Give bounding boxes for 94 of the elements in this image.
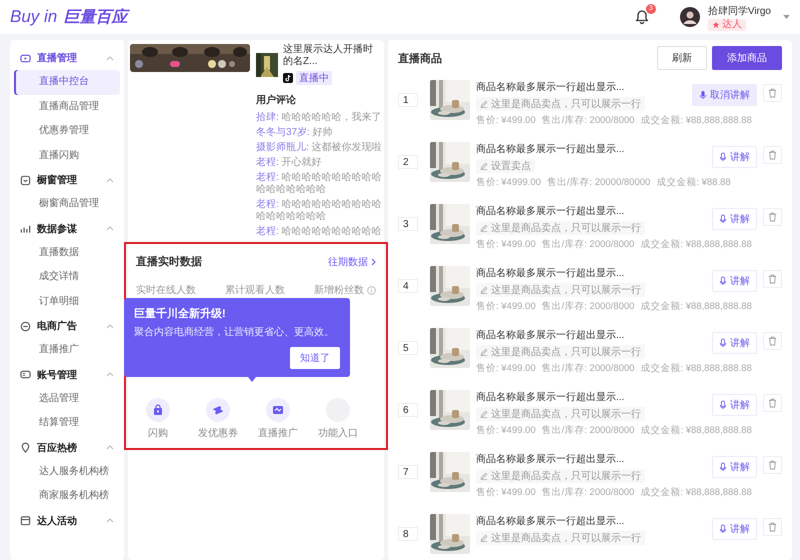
streamer-title: 这里展示达人开播时的名Z... (283, 44, 374, 68)
amount-text: 成交金额: ¥88,888,888.88 (640, 424, 752, 437)
price-text: 售价: ¥499.00 (476, 238, 536, 251)
explain-button[interactable]: 讲解 (712, 456, 757, 478)
price-text: 售价: ¥499.00 (476, 424, 536, 437)
comment: 拾肆: 哈哈哈哈哈哈，我来了 (256, 112, 382, 124)
metric-label: 实时在线人数 (136, 284, 196, 297)
product-name: 商品名称最多展示一行超出显示... (476, 452, 626, 466)
stock-text: 售出/库存: 2000/8000 (542, 300, 634, 313)
rank-field[interactable]: 2 (398, 155, 418, 169)
menu-group[interactable]: 电商广告 (14, 314, 120, 338)
popover-title: 巨量千川全新升级! (134, 306, 227, 321)
comment: 老程: 哈哈哈哈哈哈哈哈哈哈哈哈哈哈哈哈哈 (256, 199, 382, 223)
tool-shortcut[interactable]: 发优惠券 (196, 398, 240, 440)
stock-text: 售出/库存: 2000/8000 (542, 486, 634, 499)
menu-group[interactable]: 橱窗管理 (14, 168, 120, 192)
amount-text: 成交金额: ¥88,888,888.88 (640, 300, 752, 313)
rank-field[interactable]: 3 (398, 217, 418, 231)
comment: 老程: 开心就好 (256, 157, 323, 169)
logo-brand: 巨量百应 (63, 6, 128, 28)
stock-text: 售出/库存: 2000/8000 (542, 238, 634, 251)
sidebar-item[interactable]: 橱窗商品管理 (14, 192, 120, 216)
comment: 冬冬与37岁: 好帅 (256, 127, 334, 139)
metric-label: 累计观看人数 (225, 284, 285, 297)
tool-shortcut[interactable]: 闪购 (136, 398, 180, 440)
price-text: 售价: ¥499.00 (476, 114, 536, 127)
explain-button[interactable]: 取消讲解 (692, 84, 757, 106)
tool-shortcut[interactable]: 功能入口 (316, 398, 360, 440)
history-data-link[interactable]: 往期数据 (328, 254, 376, 268)
product-name: 商品名称最多展示一行超出显示... (476, 142, 626, 156)
menu-group[interactable]: 达人活动 (14, 508, 120, 532)
user-name: 拾肆同学Virgo (708, 4, 771, 18)
rank-field[interactable]: 8 (398, 527, 418, 541)
stock-text: 售出/库存: 20000/80000 (546, 176, 650, 189)
sidebar-item[interactable]: 直播商品管理 (14, 94, 120, 119)
tool-shortcut[interactable]: 直播推广 (256, 398, 300, 440)
got-it-button[interactable]: 知道了 (290, 347, 340, 369)
menu-group[interactable]: 账号管理 (14, 362, 120, 386)
explain-button[interactable]: 讲解 (712, 394, 757, 416)
price-text: 售价: ¥499.00 (476, 486, 536, 499)
product-name: 商品名称最多展示一行超出显示... (476, 80, 626, 94)
price-text: 售价: ¥499.00 (476, 300, 536, 313)
rank-field[interactable]: 4 (398, 279, 418, 293)
comment: 老程: 哈哈哈哈哈哈哈哈哈哈哈哈哈哈哈哈哈 (256, 172, 382, 196)
sidebar-item[interactable]: 选品管理 (14, 386, 120, 411)
rank-field[interactable]: 1 (398, 93, 418, 107)
sidebar-item[interactable]: 直播数据 (14, 240, 120, 265)
amount-text: 成交金额: ¥88,888,888.88 (640, 238, 752, 251)
rank-field[interactable]: 5 (398, 341, 418, 355)
sidebar-item[interactable]: 优惠券管理 (14, 119, 120, 144)
panel-title: 直播商品 (398, 52, 442, 66)
add-product-button[interactable]: 添加商品 (712, 46, 782, 70)
sidebar-item[interactable]: 达人服务机构榜 (14, 460, 120, 484)
product-name: 商品名称最多展示一行超出显示... (476, 328, 626, 342)
logo-text: Buy in (10, 6, 58, 26)
comment: 摄影师瓶儿: 这都被你发现啦 (256, 142, 382, 154)
explain-button[interactable]: 讲解 (712, 518, 757, 540)
explain-button[interactable]: 讲解 (712, 208, 757, 230)
amount-text: 成交金额: ¥88,888,888.88 (640, 486, 752, 499)
stock-text: 售出/库存: 2000/8000 (542, 424, 634, 437)
product-name: 商品名称最多展示一行超出显示... (476, 390, 626, 404)
sidebar-item[interactable]: 成交详情 (14, 265, 120, 290)
price-text: 售价: ¥499.00 (476, 362, 536, 375)
stock-text: 售出/库存: 2000/8000 (542, 362, 634, 375)
sidebar-item[interactable]: 订单明细 (14, 290, 120, 314)
explain-button[interactable]: 讲解 (712, 332, 757, 354)
card-title: 直播实时数据 (136, 254, 202, 269)
amount-text: 成交金额: ¥88.88 (656, 176, 731, 189)
metric-label: 新增粉丝数 (314, 283, 376, 297)
comment: 老程: 哈哈哈哈哈哈哈哈哈哈 (256, 226, 382, 238)
explain-button[interactable]: 讲解 (712, 270, 757, 292)
stock-text: 售出/库存: 2000/8000 (542, 114, 634, 127)
refresh-button[interactable]: 刷新 (657, 46, 707, 70)
sidebar-item[interactable]: 直播推广 (14, 338, 120, 362)
price-text: 售价: ¥4999.00 (476, 176, 541, 189)
role-tag: 达人 (708, 18, 746, 30)
menu-group[interactable]: 直播管理 (14, 46, 120, 70)
product-name: 商品名称最多展示一行超出显示... (476, 514, 626, 528)
menu-group[interactable]: 数据参谋 (14, 216, 120, 240)
product-name: 商品名称最多展示一行超出显示... (476, 266, 626, 280)
live-status-tag: 直播中 (296, 71, 332, 85)
amount-text: 成交金额: ¥88,888,888.88 (640, 114, 752, 127)
comments-title: 用户评论 (256, 93, 297, 107)
sidebar-item[interactable]: 商家服务机构榜 (14, 484, 120, 508)
rank-field[interactable]: 6 (398, 403, 418, 417)
sidebar-item[interactable]: 结算管理 (14, 411, 120, 436)
popover-text: 聚合内容电商经营，让营销更省心、更高效。 (134, 326, 335, 340)
sidebar-item[interactable]: 直播中控台 (14, 70, 120, 94)
amount-text: 成交金额: ¥88,888,888.88 (640, 362, 752, 375)
rank-field[interactable]: 7 (398, 465, 418, 479)
sidebar-item[interactable]: 直播闪购 (14, 144, 120, 168)
explain-button[interactable]: 讲解 (712, 146, 757, 168)
product-name: 商品名称最多展示一行超出显示... (476, 204, 626, 218)
menu-group[interactable]: 百应热榜 (14, 436, 120, 460)
